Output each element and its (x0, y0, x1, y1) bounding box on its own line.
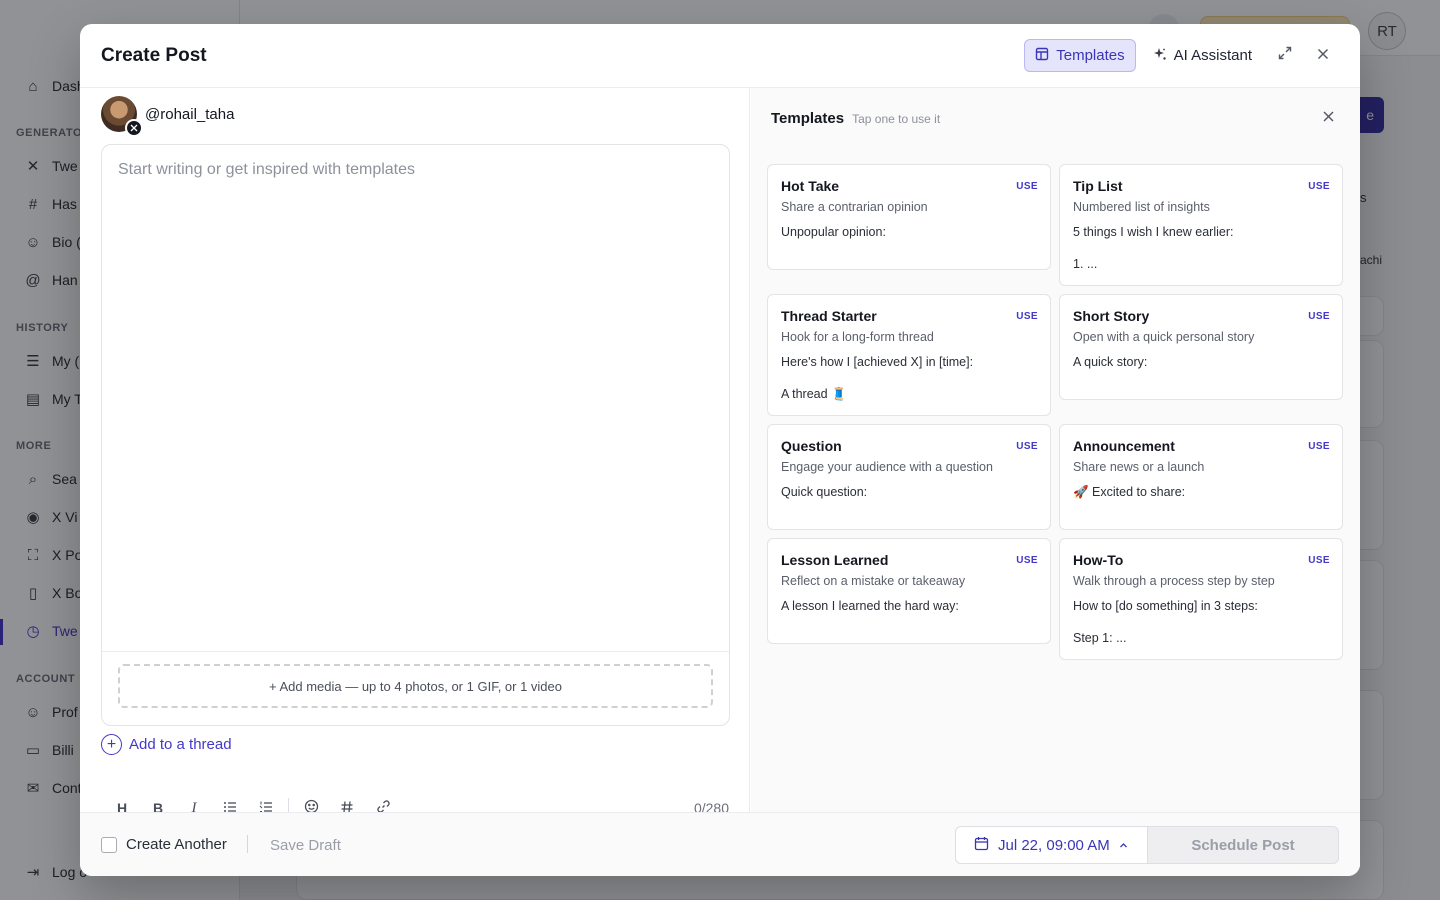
template-description: Share news or a launch (1073, 460, 1205, 474)
ai-assistant-button-label: AI Assistant (1173, 47, 1252, 64)
x-logo-icon (125, 119, 143, 137)
template-card-question[interactable]: Question USE Engage your audience with a … (767, 424, 1051, 530)
template-description: Numbered list of insights (1073, 200, 1210, 214)
templates-button-label: Templates (1056, 47, 1125, 64)
add-media-dropzone[interactable]: + Add media — up to 4 photos, or 1 GIF, … (118, 664, 713, 708)
media-bar: + Add media — up to 4 photos, or 1 GIF, … (102, 651, 729, 725)
post-editor[interactable]: Start writing or get inspired with templ… (101, 144, 730, 726)
account-selector[interactable]: @rohail_taha (101, 96, 235, 137)
template-preview: 🚀 Excited to share: (1073, 485, 1186, 499)
template-card-how-to[interactable]: How-To USE Walk through a process step by… (1059, 538, 1343, 660)
templates-icon (1035, 47, 1049, 65)
schedule-date-label: Jul 22, 09:00 AM (998, 836, 1110, 854)
template-name: Lesson Learned (781, 552, 889, 568)
chevron-up-icon (1119, 837, 1128, 854)
template-name: Question (781, 438, 842, 454)
avatar (101, 96, 143, 137)
close-icon (1317, 47, 1329, 65)
modal-header: Create Post Templates AI Assistant (80, 24, 1360, 88)
template-preview: Here's how I [achieved X] in [time]: A t… (781, 355, 974, 401)
template-name: Announcement (1073, 438, 1175, 454)
templates-panel-header: Templates Tap one to use it (771, 110, 940, 127)
template-card-tip-list[interactable]: Tip List USE Numbered list of insights 5 … (1059, 164, 1343, 286)
account-handle: @rohail_taha (145, 105, 235, 123)
template-description: Share a contrarian opinion (781, 200, 928, 214)
use-template-button[interactable]: USE (1016, 555, 1038, 566)
close-icon (1322, 109, 1334, 127)
templates-button[interactable]: Templates (1024, 39, 1136, 72)
template-name: How-To (1073, 552, 1124, 568)
template-preview: Quick question: (781, 485, 868, 499)
create-post-modal: Create Post Templates AI Assistant @roha… (80, 24, 1360, 876)
template-preview: A quick story: (1073, 355, 1148, 369)
template-description: Engage your audience with a question (781, 460, 993, 474)
header-actions: Templates AI Assistant (1024, 39, 1339, 72)
template-preview: A lesson I learned the hard way: (781, 599, 959, 613)
use-template-button[interactable]: USE (1308, 181, 1330, 192)
close-templates-button[interactable] (1318, 108, 1338, 128)
sparkle-icon (1153, 47, 1167, 65)
save-draft-button[interactable]: Save Draft (270, 837, 341, 854)
template-card-lesson-learned[interactable]: Lesson Learned USE Reflect on a mistake o… (767, 538, 1051, 644)
template-name: Short Story (1073, 308, 1150, 324)
template-card-announcement[interactable]: Announcement USE Share news or a launch 🚀… (1059, 424, 1343, 530)
editor-placeholder: Start writing or get inspired with templ… (118, 161, 416, 178)
template-preview: Unpopular opinion: (781, 225, 886, 239)
ai-assistant-button[interactable]: AI Assistant (1142, 39, 1263, 72)
composer-panel: @rohail_taha Start writing or get inspir… (80, 88, 750, 818)
template-description: Walk through a process step by step (1073, 574, 1275, 588)
schedule-date-picker[interactable]: Jul 22, 09:00 AM (955, 826, 1148, 864)
template-preview: 5 things I wish I knew earlier: 1. ... (1073, 225, 1234, 271)
template-description: Open with a quick personal story (1073, 330, 1255, 344)
templates-panel: Templates Tap one to use it Hot Take USE … (751, 88, 1360, 812)
create-another-label: Create Another (126, 836, 227, 853)
template-card-short-story[interactable]: Short Story USE Open with a quick persona… (1059, 294, 1343, 400)
use-template-button[interactable]: USE (1016, 311, 1038, 322)
use-template-button[interactable]: USE (1308, 555, 1330, 566)
create-another-toggle[interactable]: Create Another (101, 836, 227, 853)
plus-circle-icon: + (101, 734, 122, 755)
schedule-post-button[interactable]: Schedule Post (1147, 826, 1339, 864)
template-card-hot-take[interactable]: Hot Take USE Share a contrarian opinion U… (767, 164, 1051, 270)
template-preview: How to [do something] in 3 steps: Step 1… (1073, 599, 1258, 645)
template-description: Reflect on a mistake or takeaway (781, 574, 966, 588)
modal-title: Create Post (101, 44, 207, 66)
templates-panel-title: Templates (771, 110, 845, 127)
use-template-button[interactable]: USE (1308, 441, 1330, 452)
use-template-button[interactable]: USE (1308, 311, 1330, 322)
use-template-button[interactable]: USE (1016, 441, 1038, 452)
expand-button[interactable] (1269, 40, 1301, 72)
calendar-icon (974, 836, 989, 855)
template-name: Thread Starter (781, 308, 877, 324)
template-name: Tip List (1073, 178, 1123, 194)
close-modal-button[interactable] (1307, 40, 1339, 72)
template-card-thread-starter[interactable]: Thread Starter USE Hook for a long-form t… (767, 294, 1051, 416)
template-name: Hot Take (781, 178, 840, 194)
expand-icon (1278, 46, 1292, 65)
create-another-checkbox[interactable] (101, 836, 117, 853)
add-to-thread-button[interactable]: + Add to a thread (101, 734, 232, 755)
use-template-button[interactable]: USE (1016, 181, 1038, 192)
modal-footer: Create Another Save Draft Jul 22, 09:00 … (80, 812, 1360, 876)
add-to-thread-label: Add to a thread (129, 736, 232, 753)
footer-divider (247, 835, 248, 853)
template-description: Hook for a long-form thread (781, 330, 934, 344)
templates-panel-subtitle: Tap one to use it (852, 112, 941, 126)
